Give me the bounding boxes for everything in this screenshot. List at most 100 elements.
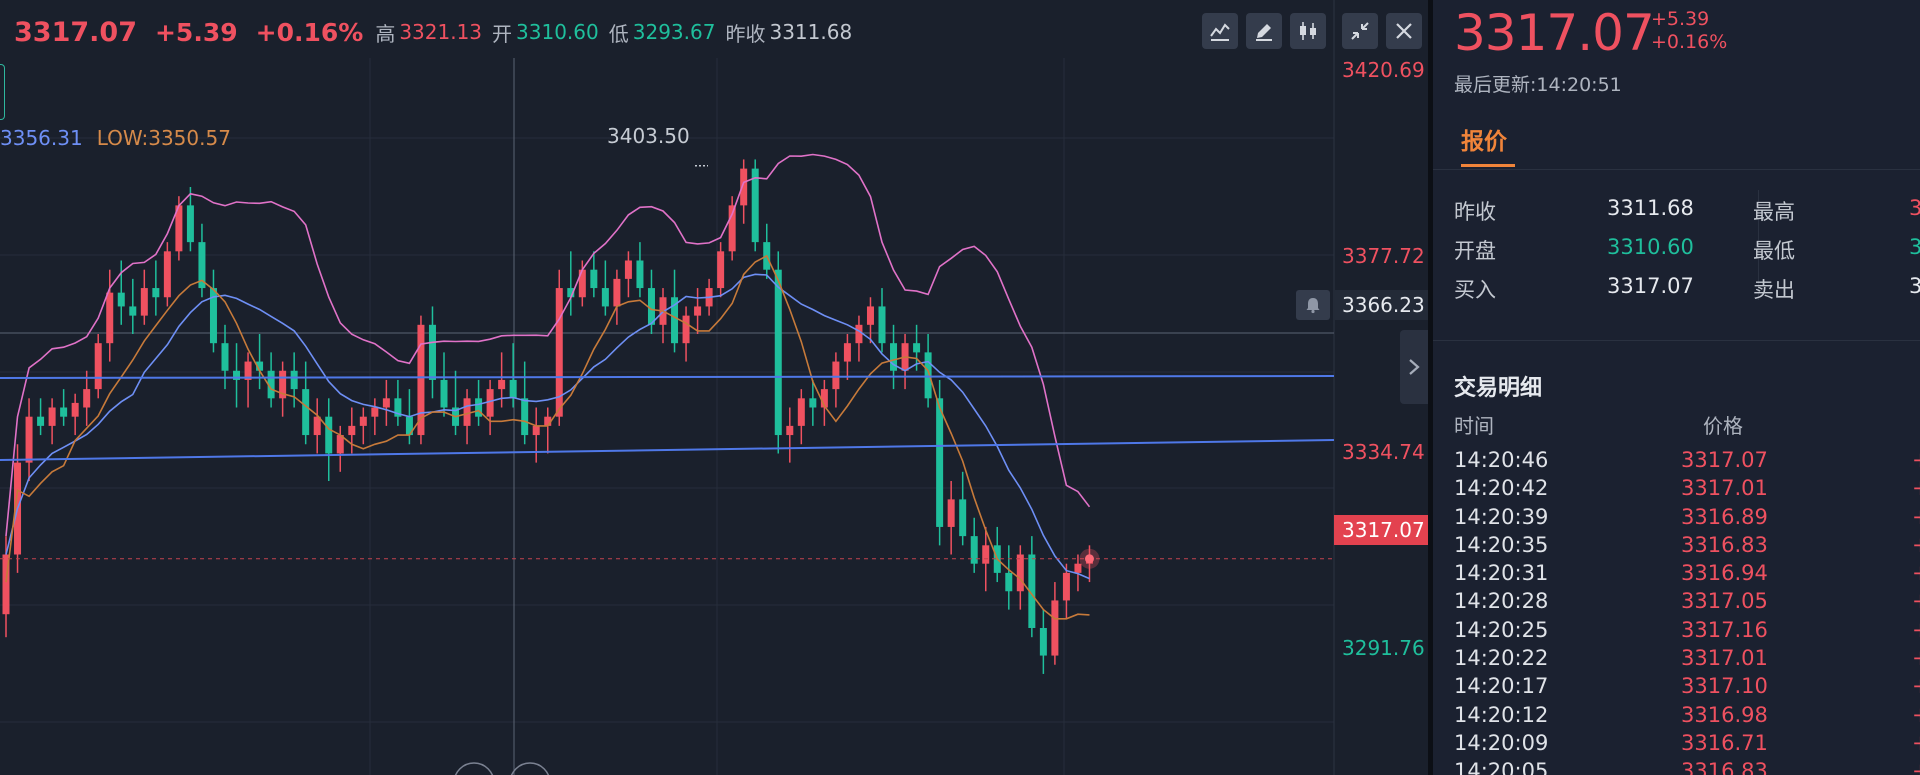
candle-body [970, 536, 978, 564]
trade-price: 3316.89 [1681, 504, 1768, 529]
candle-body [1062, 572, 1070, 601]
candle-body [140, 288, 148, 316]
trade-price: 3317.07 [1681, 448, 1768, 472]
shrink-icon [1351, 22, 1369, 40]
last-updated-time: 14:20:51 [1536, 74, 1622, 96]
side-change-pct: +0.16% [1651, 31, 1728, 53]
trades-header-time: 时间 [1454, 414, 1494, 438]
stat-ask-label: 卖出 [1753, 278, 1795, 302]
divider [1433, 169, 1920, 170]
trade-time: 14:20:35 [1454, 532, 1549, 557]
tab-quote[interactable]: 报价 [1461, 122, 1507, 156]
candle-body [751, 168, 759, 243]
stat-prev-close-label: 昨收 [1454, 200, 1496, 224]
candle-body [947, 499, 955, 527]
trade-time: 14:20:22 [1454, 646, 1549, 671]
quote-side-panel: 3317.07 +5.39 +0.16% 最后更新:14:20:51 报价 昨收… [1433, 0, 1920, 775]
y-tick-4: 3291.76 [1342, 636, 1425, 660]
side-last-price: 3317.07 [1454, 4, 1655, 62]
chart-type-button[interactable] [1290, 13, 1326, 49]
price-alert-button[interactable] [1296, 290, 1330, 320]
crosshair-price-tag: 3366.23 [1334, 290, 1428, 320]
trade-row: 14:20:17 3317.10 + [1433, 674, 1920, 702]
trade-row: 14:20:22 3317.01 + [1433, 646, 1920, 674]
stat-low-value: 3 [1909, 235, 1920, 259]
trade-price: 3317.01 [1681, 646, 1768, 671]
chevron-right-icon [1409, 359, 1420, 375]
stat-ask-value: 3 [1909, 274, 1920, 298]
divider [1433, 340, 1920, 341]
trades-title: 交易明细 [1454, 376, 1543, 401]
indicator-button[interactable] [1202, 13, 1238, 49]
bell-icon [1306, 298, 1320, 314]
candle-body [348, 425, 356, 436]
tab-quote-underline [1461, 164, 1515, 167]
close-chart-button[interactable] [1386, 13, 1422, 49]
candle-body [486, 389, 494, 417]
candle-body [924, 352, 932, 399]
candle-body [1051, 600, 1059, 656]
candle-body [590, 269, 598, 289]
scroll-handle-right [510, 762, 550, 775]
current-price-tag: 3317.07 [1334, 515, 1428, 545]
candlestick-type-icon [1300, 22, 1316, 40]
prev-close-value: 3311.68 [769, 20, 853, 44]
candle-body [83, 389, 91, 408]
candle-body [359, 416, 367, 426]
trade-price: 3316.83 [1681, 759, 1768, 775]
candle-body [313, 416, 321, 436]
candle-body [509, 379, 517, 399]
indicator-line-icon [1210, 23, 1230, 41]
open-value: 3310.60 [516, 20, 599, 44]
y-tick-3: 3334.74 [1342, 440, 1425, 464]
trade-side: + [1912, 476, 1920, 500]
stat-bid-label: 买入 [1454, 278, 1496, 302]
side-change: +5.39 +0.16% [1651, 8, 1727, 54]
candle-body [613, 278, 621, 307]
channel-high-label: 3356.31 [0, 126, 83, 150]
trade-row: 14:20:39 3316.89 + [1433, 505, 1920, 533]
trade-row: 14:20:35 3316.83 + [1433, 533, 1920, 561]
candle-body [1005, 572, 1013, 592]
candle-body [1039, 628, 1047, 656]
candle-body [325, 416, 333, 454]
candle-body [106, 292, 114, 344]
candle-body [1074, 563, 1082, 573]
last-updated: 最后更新:14:20:51 [1454, 70, 1622, 97]
chart-toolbar [1202, 13, 1422, 49]
trade-side: + [1912, 561, 1920, 585]
stat-open-label: 开盘 [1454, 239, 1496, 263]
trade-list[interactable]: 14:20:46 3317.07 + 14:20:42 3317.01 + 14:20:… [1433, 448, 1920, 775]
candle-body [1016, 554, 1024, 592]
trade-time: 14:20:09 [1454, 730, 1549, 755]
channel-labels: 3356.31 LOW:3350.57 [0, 126, 231, 150]
trade-side: + [1912, 505, 1920, 529]
draw-button[interactable] [1246, 13, 1282, 49]
candle-body [913, 343, 921, 353]
channel-low-label: LOW:3350.57 [96, 126, 231, 150]
candle-body [428, 324, 436, 380]
trade-row: 14:20:31 3316.94 + [1433, 561, 1920, 589]
shrink-button[interactable] [1342, 13, 1378, 49]
prev-close-label: 昨收 [725, 21, 766, 46]
trade-time: 14:20:12 [1454, 702, 1549, 727]
bollinger-upper-line [5, 153, 1091, 537]
current-price-dot [1084, 554, 1094, 564]
candle-body [48, 407, 56, 426]
chart-panel[interactable]: 3317.07 +5.39 +0.16% 高 3321.13 开 3310.60… [0, 0, 1428, 775]
candle-body [152, 288, 160, 298]
candle-body [624, 260, 632, 279]
candlestick-chart[interactable] [0, 0, 1428, 775]
left-edge-tab[interactable] [0, 64, 5, 120]
candle-body [221, 343, 229, 371]
trade-time: 14:20:42 [1454, 476, 1549, 501]
trade-price: 3317.05 [1681, 589, 1768, 614]
scroll-handle-left [454, 762, 494, 775]
trade-time: 14:20:05 [1454, 759, 1549, 775]
candle-body [694, 306, 702, 316]
collapse-panel-button[interactable] [1400, 330, 1428, 404]
y-tick-1: 3420.69 [1342, 58, 1425, 82]
candle-body [717, 251, 725, 289]
trade-price: 3317.16 [1681, 617, 1768, 642]
candle-body [382, 398, 390, 408]
